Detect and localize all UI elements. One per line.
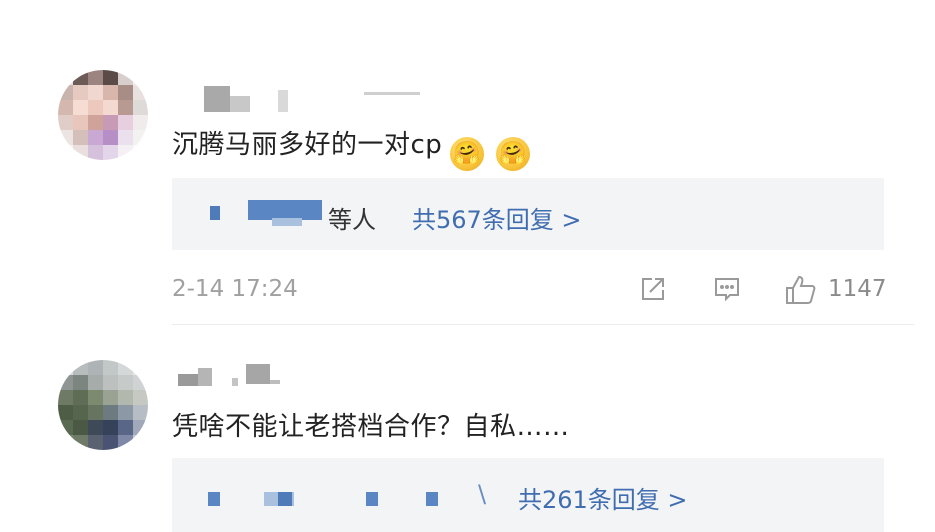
username-redacted[interactable] <box>174 84 474 112</box>
replier-redacted <box>210 206 220 220</box>
replier-redacted <box>208 492 220 506</box>
replier-redacted <box>272 218 302 226</box>
share-icon[interactable] <box>638 274 668 308</box>
hug-emoji-icon: 🤗 <box>496 137 531 171</box>
comment-feed: 沉腾马丽多好的一对cp🤗🤗 等人 共567条回复 > 2-14 17:24 <box>0 0 935 532</box>
avatar-mosaic <box>58 70 148 160</box>
avatar[interactable] <box>58 360 148 450</box>
thumbs-up-icon[interactable] <box>784 274 818 310</box>
comment-item: 沉腾马丽多好的一对cp🤗🤗 等人 共567条回复 > 2-14 17:24 <box>0 0 935 325</box>
comment-text: 沉腾马丽多好的一对cp 🤗 🤗 <box>172 124 531 171</box>
reply-count-link[interactable]: 共261条回复 > <box>518 480 688 515</box>
avatar-mosaic <box>58 360 148 450</box>
reply-summary[interactable]: 等人 共567条回复 > <box>172 178 884 250</box>
comment-body: 沉腾马丽多好的一对cp <box>172 130 443 160</box>
replier-redacted <box>426 492 438 506</box>
comment-item: 凭啥不能让老搭档合作？自私…… \ 共261条回复 > <box>0 330 935 532</box>
divider <box>172 324 914 325</box>
comment-meta: 2-14 17:24 1147 <box>172 272 887 310</box>
comment-text: 凭啥不能让老搭档合作？自私…… <box>172 406 570 443</box>
timestamp: 2-14 17:24 <box>172 276 298 302</box>
username-redacted[interactable] <box>174 358 474 386</box>
like-count: 1147 <box>828 276 887 302</box>
replier-redacted <box>248 200 322 220</box>
reply-prefix: \ <box>478 480 487 508</box>
replier-redacted <box>366 492 378 506</box>
reply-summary-line: 等人 共567条回复 > <box>172 178 884 250</box>
avatar[interactable] <box>58 70 148 160</box>
comment-body: 凭啥不能让老搭档合作？自私…… <box>172 412 570 442</box>
comment-icon[interactable] <box>712 274 742 308</box>
reply-summary[interactable]: \ 共261条回复 > <box>172 458 884 532</box>
reply-summary-line: \ 共261条回复 > <box>172 458 884 532</box>
replier-redacted <box>278 492 292 506</box>
reply-count-link[interactable]: 共567条回复 > <box>412 200 582 235</box>
reply-prefix: 等人 <box>328 206 376 234</box>
hug-emoji-icon: 🤗 <box>450 137 485 171</box>
